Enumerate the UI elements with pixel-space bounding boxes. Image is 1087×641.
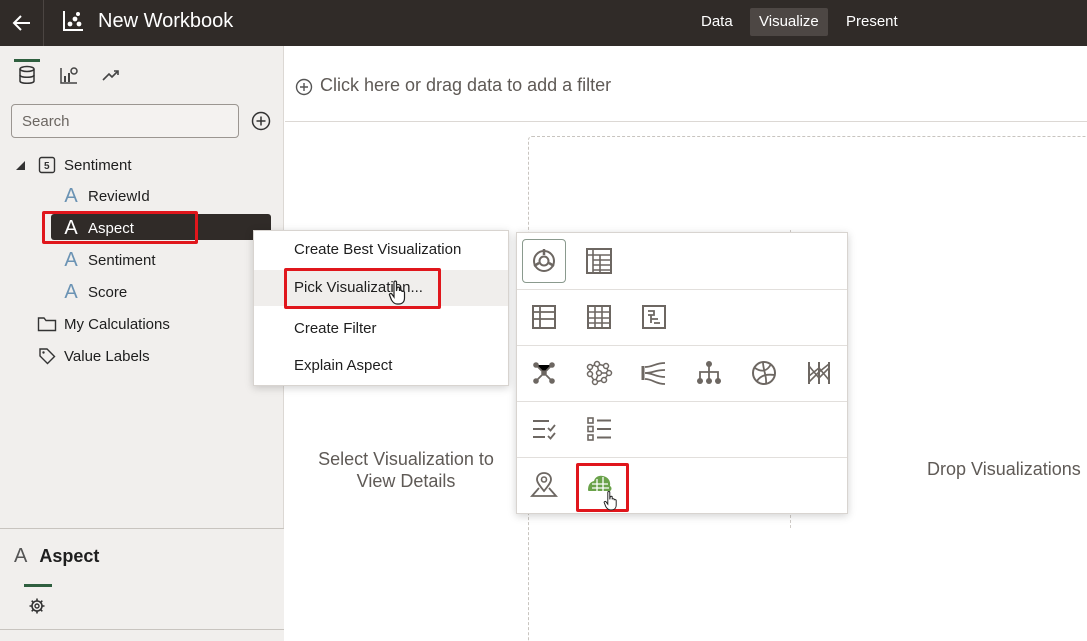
visualization-picker xyxy=(516,232,848,514)
properties-title-text: Aspect xyxy=(39,546,100,566)
back-button[interactable] xyxy=(0,0,44,46)
viz-network-button[interactable] xyxy=(522,351,566,395)
tab-data[interactable]: Data xyxy=(692,8,742,36)
add-filter-icon[interactable] xyxy=(295,78,313,96)
tree-label: ReviewId xyxy=(88,187,150,205)
network-icon xyxy=(533,362,555,384)
viz-chord-button[interactable] xyxy=(742,351,786,395)
viz-auto-button[interactable] xyxy=(522,239,566,283)
search-input[interactable] xyxy=(11,104,239,138)
collapse-triangle-icon[interactable] xyxy=(14,159,26,171)
properties-panel: A Aspect xyxy=(0,528,284,641)
tab-visualize[interactable]: Visualize xyxy=(750,8,828,36)
tile-icon xyxy=(642,305,666,329)
tree-label: Value Labels xyxy=(64,347,150,365)
checklist-icon xyxy=(533,420,556,440)
grid-icon xyxy=(587,305,611,329)
chart-gear-icon xyxy=(60,67,78,84)
list-icon xyxy=(587,417,611,441)
divider xyxy=(517,401,847,402)
tree-item-reviewid[interactable]: A ReviewId xyxy=(60,182,150,210)
highlight-box xyxy=(284,268,441,309)
viz-parallel-coordinates-button[interactable] xyxy=(797,351,841,395)
tab-analytics[interactable] xyxy=(94,60,128,90)
graph-icon xyxy=(586,360,613,386)
properties-tab-indicator xyxy=(24,584,52,587)
divider xyxy=(517,457,847,458)
tree-item-score[interactable]: A Score xyxy=(60,278,127,306)
trend-icon xyxy=(102,70,119,81)
tag-icon xyxy=(36,345,58,367)
attribute-icon: A xyxy=(14,545,28,567)
viz-graph-button[interactable] xyxy=(577,351,621,395)
tree-item-value-labels[interactable]: Value Labels xyxy=(36,342,150,370)
hand-cursor-icon xyxy=(388,280,406,305)
viz-tree-button[interactable] xyxy=(687,351,731,395)
viz-list-button[interactable] xyxy=(577,407,621,451)
attribute-icon: A xyxy=(64,248,78,271)
tab-data-elements[interactable] xyxy=(10,59,44,90)
pivot-table-icon xyxy=(586,248,612,274)
menu-item-create-best-visualization[interactable]: Create Best Visualization xyxy=(254,232,508,268)
chord-icon xyxy=(752,361,776,385)
tree-item-sentiment[interactable]: A Sentiment xyxy=(60,246,156,274)
tree-dataset-sentiment[interactable]: 5 Sentiment xyxy=(14,151,132,179)
map-icon xyxy=(530,472,558,497)
tree-diagram-icon xyxy=(697,361,721,384)
divider xyxy=(517,345,847,346)
drop-visualizations-message: Drop Visualizations xyxy=(927,459,1081,479)
auto-viz-icon xyxy=(533,249,555,272)
database-icon xyxy=(19,65,35,84)
viz-pivot-button[interactable] xyxy=(577,239,621,283)
back-arrow-icon xyxy=(12,15,30,31)
workbook-title: New Workbook xyxy=(98,10,234,32)
filter-prompt[interactable]: Click here or drag data to add a filter xyxy=(320,75,611,96)
menu-item-create-filter[interactable]: Create Filter xyxy=(254,311,508,347)
folder-icon xyxy=(36,313,58,335)
tab-present[interactable]: Present xyxy=(837,8,907,36)
gear-icon[interactable] xyxy=(28,597,46,615)
tab-visualizations[interactable] xyxy=(52,60,86,90)
viz-map-button[interactable] xyxy=(522,463,566,507)
tree-label: Sentiment xyxy=(88,251,156,269)
tree-folder-my-calculations[interactable]: My Calculations xyxy=(36,310,170,338)
attribute-icon: A xyxy=(64,280,78,303)
filter-bar[interactable]: Click here or drag data to add a filter xyxy=(285,46,1087,122)
viz-checklist-button[interactable] xyxy=(522,407,566,451)
add-data-button[interactable] xyxy=(251,111,271,131)
parallel-coordinates-icon xyxy=(808,362,830,384)
workbook-icon xyxy=(63,11,83,31)
properties-title: A Aspect xyxy=(14,545,99,568)
viz-tile-button[interactable] xyxy=(632,295,676,339)
viz-grid-button[interactable] xyxy=(577,295,621,339)
tree-label: Score xyxy=(88,283,128,301)
divider xyxy=(517,289,847,290)
viz-sankey-button[interactable] xyxy=(632,351,676,395)
tree-label: My Calculations xyxy=(64,315,170,333)
viz-table-button[interactable] xyxy=(522,295,566,339)
table-icon xyxy=(532,305,556,329)
menu-item-explain-aspect[interactable]: Explain Aspect xyxy=(254,348,508,384)
attribute-icon: A xyxy=(64,184,78,207)
highlight-box xyxy=(42,211,198,244)
hand-cursor-icon xyxy=(603,491,617,511)
sankey-icon xyxy=(641,362,666,385)
tree-label: Sentiment xyxy=(64,156,132,174)
svg-text:5: 5 xyxy=(44,161,50,172)
data-panel: 5 Sentiment A ReviewId A Aspect A Sentim… xyxy=(0,46,284,641)
divider xyxy=(0,629,284,630)
dataset-icon: 5 xyxy=(36,154,58,176)
top-bar: New Workbook Data Visualize Present xyxy=(0,0,1087,46)
select-visualization-message: Select Visualization to View Details xyxy=(318,449,494,491)
